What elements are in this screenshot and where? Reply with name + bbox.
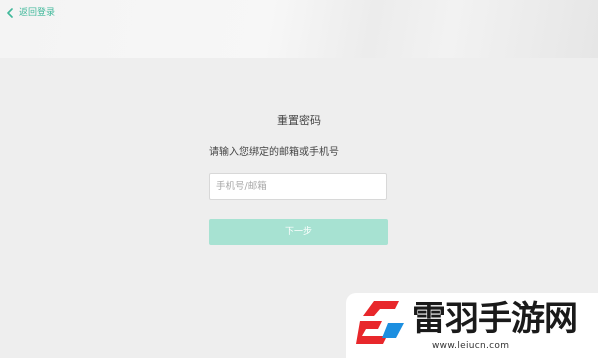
back-link-label: 返回登录: [19, 8, 56, 18]
brand-logo-icon: [352, 298, 408, 354]
next-step-button[interactable]: 下一步: [209, 219, 388, 245]
watermark-site-name: 雷羽手游网: [412, 299, 578, 339]
watermark: 雷羽手游网 www.leiucn.com: [346, 293, 598, 358]
back-to-login-link[interactable]: 返回登录: [6, 6, 55, 20]
header-bar: 返回登录: [0, 0, 598, 58]
page-title: 重置密码: [277, 114, 321, 127]
watermark-url: www.leiucn.com: [432, 341, 510, 351]
form-prompt: 请输入您绑定的邮箱或手机号: [209, 147, 339, 158]
account-input[interactable]: [209, 173, 387, 200]
chevron-left-icon: [6, 8, 14, 18]
